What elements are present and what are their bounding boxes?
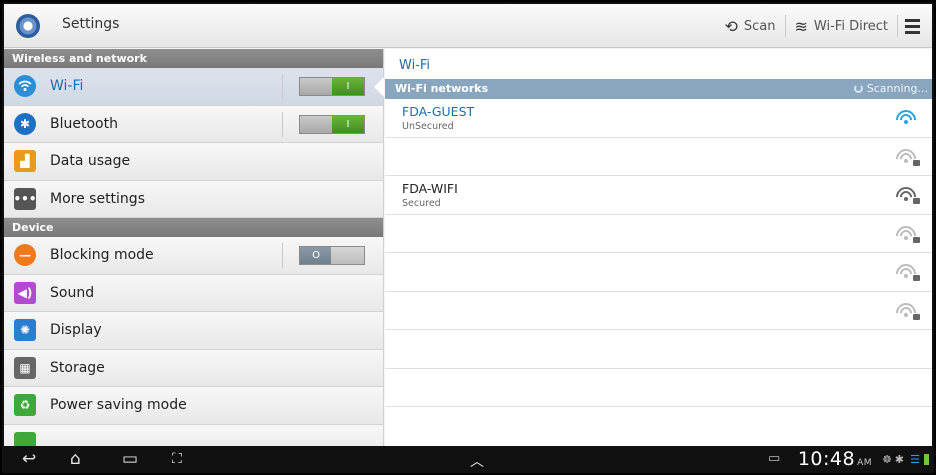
wifi-status-icon: ☰ <box>910 453 920 466</box>
wifi-detail-pane: Wi-Fi Wi-Fi networks Scanning... FDA-GUE… <box>385 49 932 446</box>
settings-item-label: Wi-Fi <box>50 78 84 95</box>
network-row[interactable] <box>385 253 932 292</box>
storage-icon: ▦ <box>14 356 36 379</box>
toggle-divider: O <box>282 243 365 268</box>
settings-item-label: Bluetooth <box>50 115 118 132</box>
settings-item-partial[interactable] <box>4 424 383 446</box>
pane-title: Wi-Fi <box>399 58 431 73</box>
network-security: Secured <box>402 198 441 209</box>
settings-item-more-settings[interactable]: ••• More settings <box>4 180 383 218</box>
blocking-mode-icon: — <box>14 244 36 267</box>
notification-icon: ▭ <box>768 451 781 466</box>
battery-icon <box>14 431 36 446</box>
system-nav-bar: ↩ ⌂ ▭ ⛶ ︿ ▭ 10:48 AM ☸ ✱ ☰ <box>4 446 932 471</box>
power-saving-icon: ♻ <box>14 394 36 417</box>
display-icon: ✺ <box>14 319 36 342</box>
settings-item-power-saving[interactable]: ♻ Power saving mode <box>4 387 383 425</box>
settings-item-blocking-mode[interactable]: — Blocking mode O <box>4 237 383 275</box>
wifi-lock-icon <box>896 149 918 165</box>
section-header-wireless: Wireless and network <box>4 49 383 68</box>
settings-item-data-usage[interactable]: ▟ Data usage <box>4 143 383 181</box>
empty-row <box>385 369 932 407</box>
settings-item-wifi[interactable]: Wi-Fi I <box>4 68 383 106</box>
more-settings-icon: ••• <box>14 187 37 210</box>
back-icon[interactable]: ↩ <box>22 449 36 469</box>
tablet-screen: Settings ⟲ Scan ≋ Wi-Fi Direct Wireless … <box>2 2 934 473</box>
settings-item-label: Display <box>50 322 102 339</box>
network-row[interactable] <box>385 215 932 253</box>
network-row[interactable]: FDA-GUEST UnSecured <box>385 99 932 138</box>
wifi-icon <box>14 75 36 98</box>
toggle-divider: I <box>282 111 365 137</box>
network-row[interactable] <box>385 138 932 176</box>
sound-icon: ◀) <box>14 281 36 304</box>
settings-list: Wireless and network Wi-Fi I ✱ Bluetooth… <box>4 49 384 446</box>
wifi-lock-icon <box>896 264 918 280</box>
wifi-lock-icon <box>896 226 918 242</box>
network-security: UnSecured <box>402 121 454 132</box>
network-row[interactable] <box>385 292 932 330</box>
settings-item-sound[interactable]: ◀) Sound <box>4 274 383 312</box>
app-title: Settings <box>62 16 120 32</box>
settings-gear-icon[interactable] <box>16 14 40 38</box>
settings-item-label: Sound <box>50 284 95 301</box>
wifi-direct-icon: ≋ <box>794 16 808 36</box>
network-row[interactable]: FDA-WIFI Secured <box>385 176 932 215</box>
scan-icon: ⟲ <box>724 16 738 36</box>
bluetooth-icon: ✱ <box>14 112 36 135</box>
bluetooth-status-icon: ✱ <box>894 453 904 466</box>
blocking-mode-toggle[interactable]: O <box>299 246 365 265</box>
wifi-direct-button[interactable]: ≋ Wi-Fi Direct <box>786 4 897 48</box>
wifi-signal-icon <box>896 110 918 126</box>
selection-pointer <box>374 77 384 97</box>
networks-header: Wi-Fi networks Scanning... <box>385 79 932 99</box>
action-bar-actions: ⟲ Scan ≋ Wi-Fi Direct <box>716 4 933 48</box>
chevron-up-icon[interactable]: ︿ <box>470 451 484 471</box>
wifi-lock-icon <box>896 187 918 203</box>
empty-row <box>385 330 932 369</box>
settings-item-label: Storage <box>50 359 105 376</box>
home-icon[interactable]: ⌂ <box>70 449 81 469</box>
toggle-divider: I <box>282 74 365 99</box>
overflow-menu-icon[interactable] <box>898 4 932 48</box>
wifi-toggle[interactable]: I <box>299 77 365 96</box>
clock: 10:48 AM <box>797 448 872 470</box>
settings-item-storage[interactable]: ▦ Storage <box>4 349 383 387</box>
settings-item-label: Data usage <box>50 153 131 170</box>
recent-apps-icon[interactable]: ▭ <box>122 449 138 469</box>
network-name: FDA-WIFI <box>402 181 458 196</box>
spinner-icon <box>853 84 863 93</box>
screenshot-icon[interactable]: ⛶ <box>172 451 182 467</box>
section-header-device: Device <box>4 218 383 237</box>
scan-label: Scan <box>743 18 776 34</box>
scan-button[interactable]: ⟲ Scan <box>716 4 785 48</box>
settings-item-label: Blocking mode <box>50 247 154 264</box>
settings-item-label: Power saving mode <box>50 397 187 414</box>
wifi-direct-label: Wi-Fi Direct <box>813 18 888 34</box>
settings-item-display[interactable]: ✺ Display <box>4 312 383 350</box>
sync-icon: ☸ <box>882 453 892 466</box>
settings-item-label: More settings <box>50 190 145 207</box>
battery-icon <box>924 454 929 465</box>
settings-item-bluetooth[interactable]: ✱ Bluetooth I <box>4 105 383 143</box>
action-bar: Settings ⟲ Scan ≋ Wi-Fi Direct <box>4 4 932 48</box>
network-name: FDA-GUEST <box>402 104 475 119</box>
wifi-lock-icon <box>896 303 918 319</box>
scanning-status: Scanning... <box>853 82 928 95</box>
bluetooth-toggle[interactable]: I <box>299 114 365 134</box>
data-usage-icon: ▟ <box>14 150 36 173</box>
